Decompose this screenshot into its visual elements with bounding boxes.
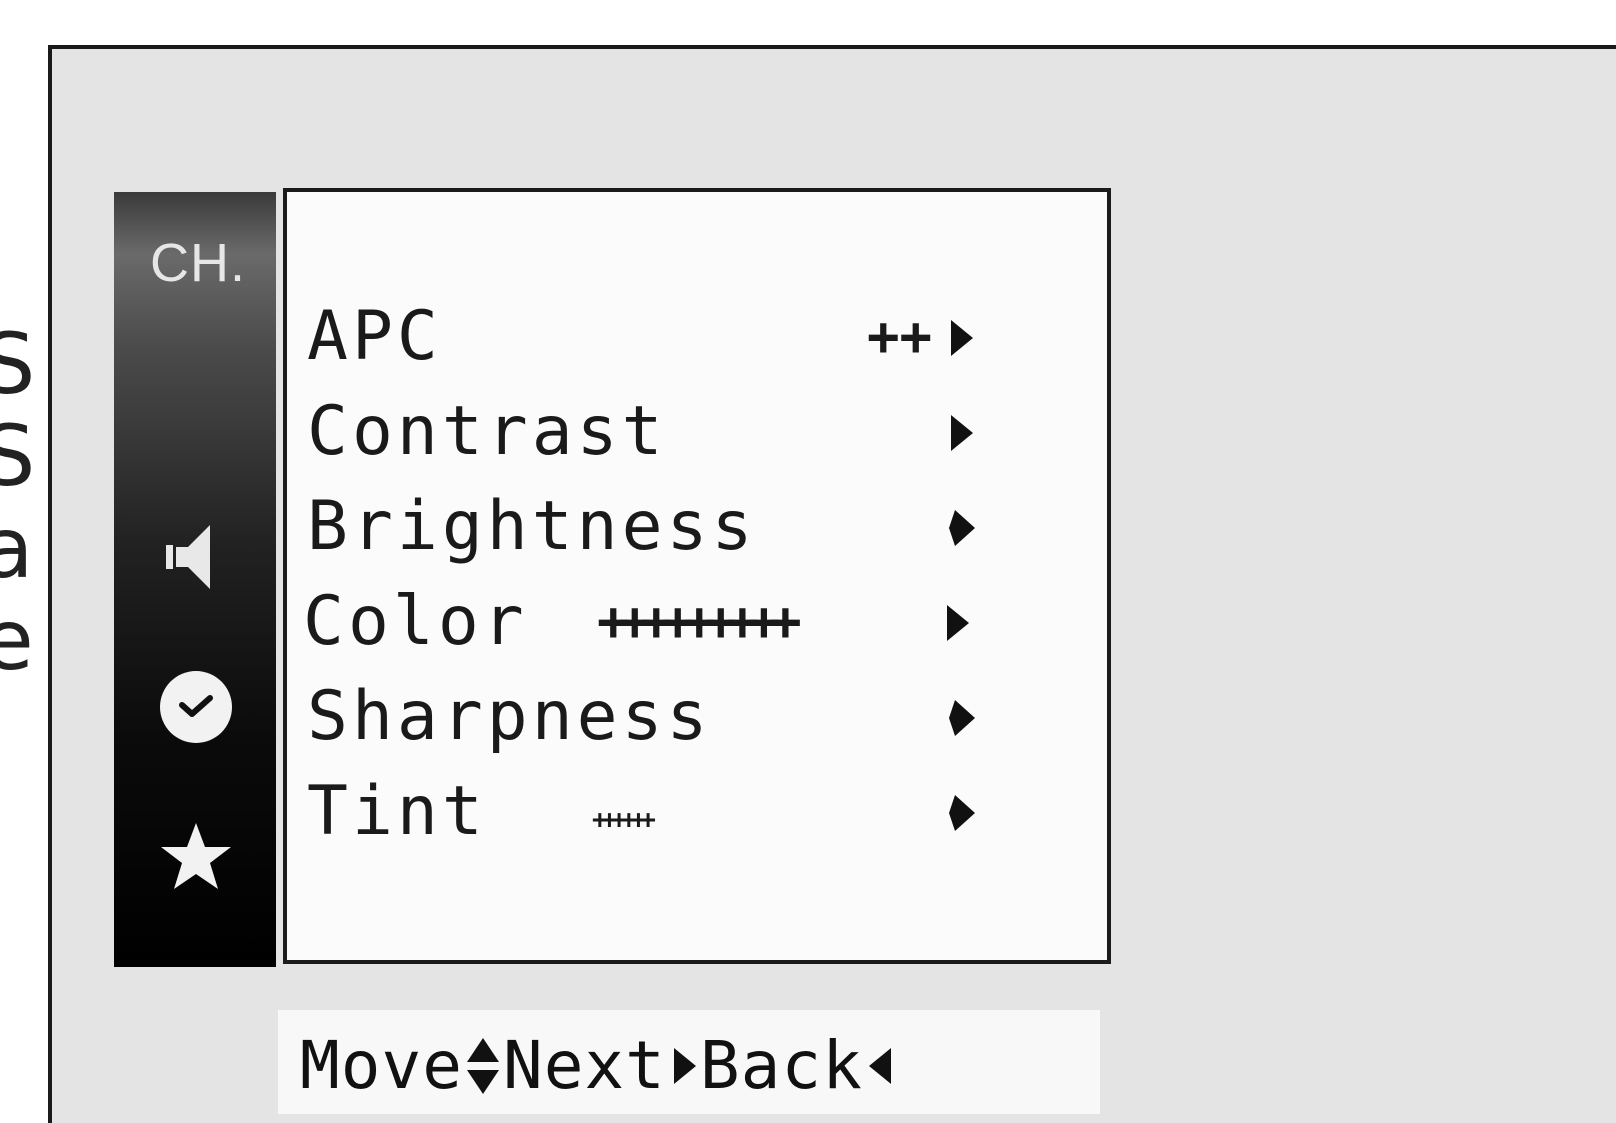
manual-page: S S a e CH. APC ++ Contrast Brightness C…	[0, 0, 1616, 1123]
menu-item-label: Contrast	[307, 392, 667, 471]
menu-item-value: ++	[867, 305, 933, 368]
menu-item-value: ++++++	[592, 805, 656, 835]
menu-category-sidebar: CH.	[114, 192, 276, 967]
navigation-hint: Move Next Back	[300, 1018, 897, 1110]
menu-item-label: Sharpness	[307, 677, 712, 756]
edge-fragment: S	[0, 407, 36, 505]
next-hint-label: Next	[502, 1026, 666, 1104]
menu-item-label: APC	[307, 297, 442, 376]
edge-fragment: S	[0, 315, 36, 413]
menu-item-apc[interactable]: APC ++	[307, 292, 987, 382]
menu-item-contrast[interactable]: Contrast	[307, 387, 987, 477]
up-down-arrow-icon	[466, 1037, 499, 1094]
menu-item-label: Brightness	[307, 487, 757, 566]
speaker-icon[interactable]	[156, 517, 236, 597]
menu-item-brightness[interactable]: Brightness	[307, 482, 987, 572]
move-hint-label: Move	[300, 1026, 463, 1104]
menu-item-label: Tint	[307, 772, 487, 851]
clipped-edge-text: S S a e	[0, 315, 36, 689]
right-arrow-icon	[949, 510, 975, 546]
menu-item-sharpness[interactable]: Sharpness	[307, 672, 987, 762]
right-arrow-icon	[951, 320, 973, 356]
navigation-hint-bar: Move Next Back	[278, 1010, 1100, 1114]
menu-item-color[interactable]: Color +++++++++	[303, 577, 987, 667]
clock-icon[interactable]	[156, 667, 236, 747]
channel-menu-tab[interactable]: CH.	[150, 232, 246, 294]
right-arrow-icon	[951, 415, 973, 451]
star-icon[interactable]	[156, 817, 236, 897]
right-arrow-icon	[949, 795, 975, 831]
right-arrow-icon	[947, 605, 969, 641]
left-arrow-icon	[868, 1047, 891, 1084]
back-hint-label: Back	[699, 1026, 863, 1104]
right-arrow-icon	[949, 700, 975, 736]
menu-item-tint[interactable]: Tint ++++++	[307, 767, 987, 857]
right-arrow-icon	[673, 1047, 696, 1084]
edge-fragment: a	[0, 499, 34, 597]
edge-fragment: e	[0, 591, 34, 689]
menu-item-label: Color	[303, 582, 528, 661]
picture-menu-panel: APC ++ Contrast Brightness Color +++++++…	[283, 188, 1111, 964]
menu-item-value: +++++++++	[597, 590, 802, 653]
